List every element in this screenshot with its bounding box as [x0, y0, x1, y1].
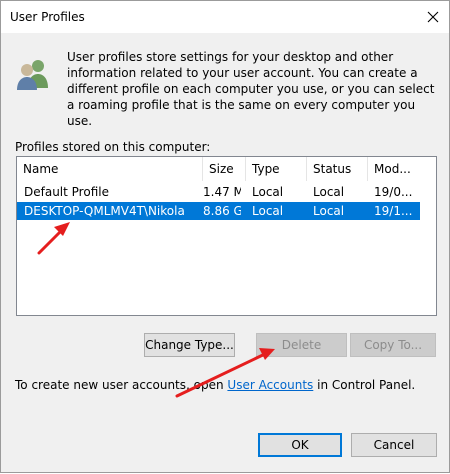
- delete-button[interactable]: Delete: [256, 333, 347, 357]
- table-row[interactable]: Default Profile 1.47 MB Local Local 19/0…: [17, 183, 420, 201]
- cancel-button[interactable]: Cancel: [351, 433, 437, 457]
- footer-text: To create new user accounts, open User A…: [15, 378, 415, 392]
- column-header-size[interactable]: Size: [203, 157, 246, 181]
- cell-name: DESKTOP-QMLMV4T\Nikola: [24, 204, 185, 218]
- copy-to-button[interactable]: Copy To...: [350, 333, 436, 357]
- users-icon: [17, 60, 48, 90]
- window-title: User Profiles: [10, 10, 85, 24]
- cell-size: 8.86 GB: [203, 204, 241, 218]
- list-header: Name Size Type Status Mod...: [17, 157, 436, 181]
- cell-type: Local: [252, 204, 284, 218]
- profiles-list[interactable]: Name Size Type Status Mod... Default Pro…: [16, 156, 437, 316]
- column-header-status[interactable]: Status: [307, 157, 368, 181]
- column-header-name[interactable]: Name: [17, 157, 203, 181]
- column-header-type[interactable]: Type: [246, 157, 307, 181]
- close-button[interactable]: [417, 1, 449, 33]
- cell-name: Default Profile: [24, 185, 109, 199]
- cell-status: Local: [313, 185, 345, 199]
- user-accounts-link[interactable]: User Accounts: [227, 378, 313, 392]
- footer-text-after: in Control Panel.: [313, 378, 416, 392]
- change-type-button[interactable]: Change Type...: [144, 333, 235, 357]
- profiles-label: Profiles stored on this computer:: [15, 140, 211, 154]
- table-row-selected[interactable]: DESKTOP-QMLMV4T\Nikola 8.86 GB Local Loc…: [17, 202, 420, 220]
- user-profiles-dialog: User Profiles User profiles store settin…: [0, 0, 450, 473]
- cell-status: Local: [313, 204, 345, 218]
- column-header-modified[interactable]: Mod...: [368, 157, 420, 181]
- footer-text-before: To create new user accounts, open: [15, 378, 228, 392]
- ok-button[interactable]: OK: [258, 433, 342, 457]
- description-text: User profiles store settings for your de…: [67, 50, 435, 128]
- cell-modified: 19/1...: [374, 204, 413, 218]
- cell-type: Local: [252, 185, 284, 199]
- close-icon: [427, 11, 439, 23]
- cell-modified: 19/0...: [374, 185, 413, 199]
- title-bar: User Profiles: [1, 1, 449, 33]
- cell-size: 1.47 MB: [203, 185, 241, 199]
